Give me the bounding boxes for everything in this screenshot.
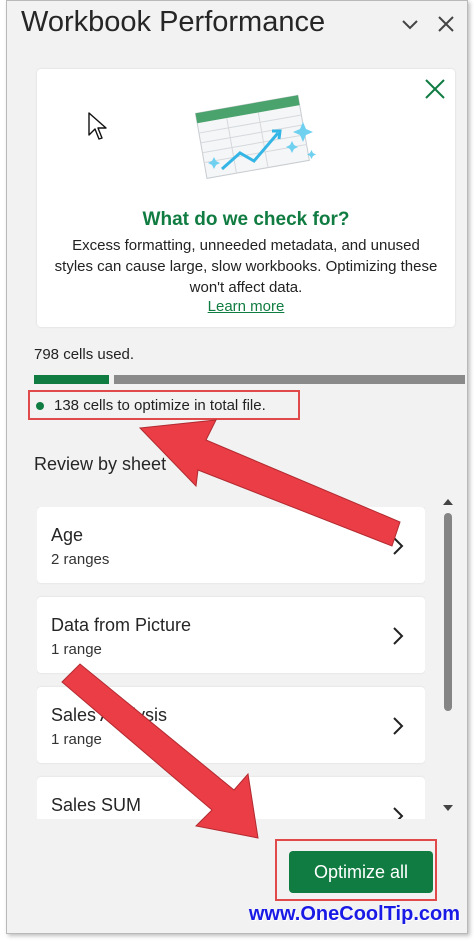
- cells-to-optimize-label: 138 cells to optimize in total file.: [54, 397, 266, 414]
- sheet-name: Age: [51, 525, 84, 545]
- sheet-name: Sales SUM: [51, 795, 142, 815]
- mouse-cursor-icon: [88, 112, 107, 140]
- used-cells-bar: [114, 375, 465, 384]
- status-dot-icon: [36, 402, 44, 410]
- sheet-range-count: 2 ranges: [51, 551, 110, 568]
- watermark: www.OneCoolTip.com: [248, 903, 460, 925]
- optimizable-cells-bar: [34, 375, 109, 384]
- pane-title: Workbook Performance: [21, 6, 326, 38]
- info-card: What do we check for? Excess formatting,…: [37, 69, 455, 327]
- chevron-down-icon[interactable]: [399, 13, 421, 35]
- learn-more-link[interactable]: Learn more: [37, 298, 455, 315]
- scroll-down-icon[interactable]: [443, 803, 453, 813]
- sheet-list: Age 2 ranges Data from Picture 1 range S…: [37, 507, 425, 819]
- scroll-thumb[interactable]: [444, 513, 452, 711]
- sheet-item-sales-sum[interactable]: Sales SUM: [37, 777, 425, 819]
- sheet-item-data-from-picture[interactable]: Data from Picture 1 range: [37, 597, 425, 673]
- sheet-list-scrollbar[interactable]: [441, 497, 455, 819]
- chevron-right-icon: [393, 807, 404, 819]
- chevron-right-icon: [393, 537, 404, 555]
- workbook-performance-pane: Workbook Performance What do we check fo…: [6, 0, 468, 934]
- cells-used-label: 798 cells used.: [34, 346, 135, 363]
- cells-to-optimize-highlight: 138 cells to optimize in total file.: [28, 390, 300, 420]
- scroll-up-icon[interactable]: [443, 497, 453, 507]
- review-by-sheet-heading: Review by sheet: [34, 454, 167, 474]
- info-heading: What do we check for?: [142, 209, 350, 230]
- sheet-name: Data from Picture: [51, 615, 192, 635]
- info-body: Excess formatting, unneeded metadata, an…: [54, 237, 438, 296]
- close-icon[interactable]: [435, 13, 457, 35]
- sheet-range-count: 1 range: [51, 731, 102, 748]
- sheet-item-age[interactable]: Age 2 ranges: [37, 507, 425, 583]
- sheet-item-sales-analysis[interactable]: Sales Analysis 1 range: [37, 687, 425, 763]
- close-icon[interactable]: [423, 77, 447, 101]
- sheet-range-count: 1 range: [51, 641, 102, 658]
- sheet-name: Sales Analysis: [51, 705, 168, 725]
- chevron-right-icon: [393, 627, 404, 645]
- spreadsheet-sparkle-illustration: [194, 94, 316, 179]
- optimize-all-button[interactable]: Optimize all: [289, 851, 433, 893]
- chevron-right-icon: [393, 717, 404, 735]
